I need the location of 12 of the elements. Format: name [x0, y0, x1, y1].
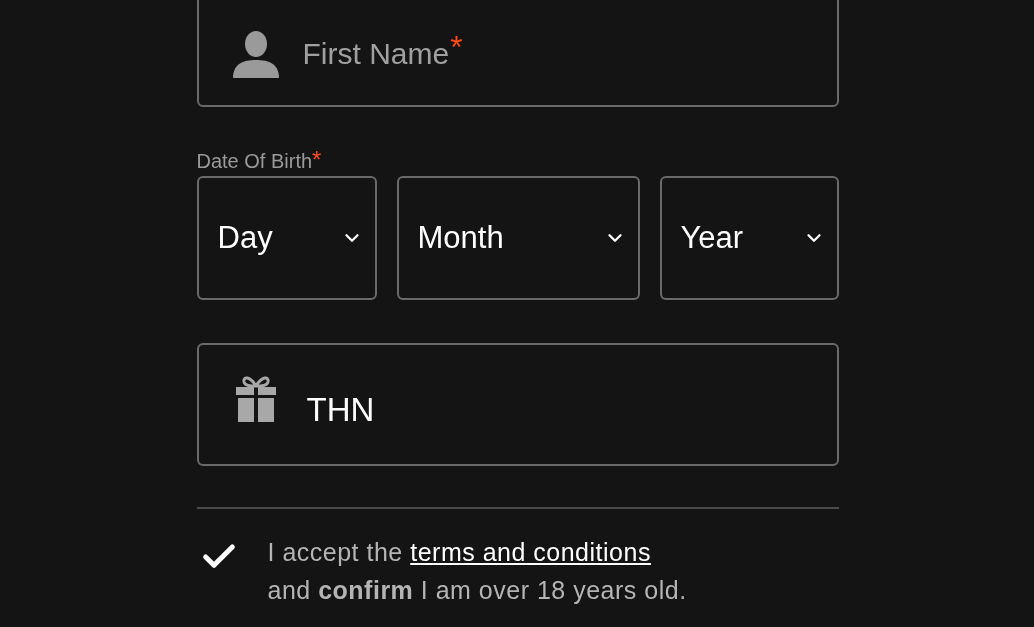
date-of-birth-label: Date Of Birth	[196, 149, 313, 173]
first-name-field[interactable]: First Name*	[196, 0, 839, 107]
date-select[interactable]: Day	[196, 176, 377, 300]
required-mark: *	[450, 27, 463, 67]
required-mark: *	[312, 149, 322, 171]
person-icon	[230, 29, 281, 78]
terms-text: I accept the terms and conditions and confirm I am over 18 years old.	[267, 537, 687, 606]
date-select[interactable]: Month	[396, 176, 640, 300]
promo-code-field[interactable]: THN	[196, 343, 839, 466]
gift-icon	[234, 373, 277, 422]
date-select[interactable]: Year	[659, 176, 839, 300]
terms-link[interactable]: terms and conditions	[410, 538, 651, 566]
